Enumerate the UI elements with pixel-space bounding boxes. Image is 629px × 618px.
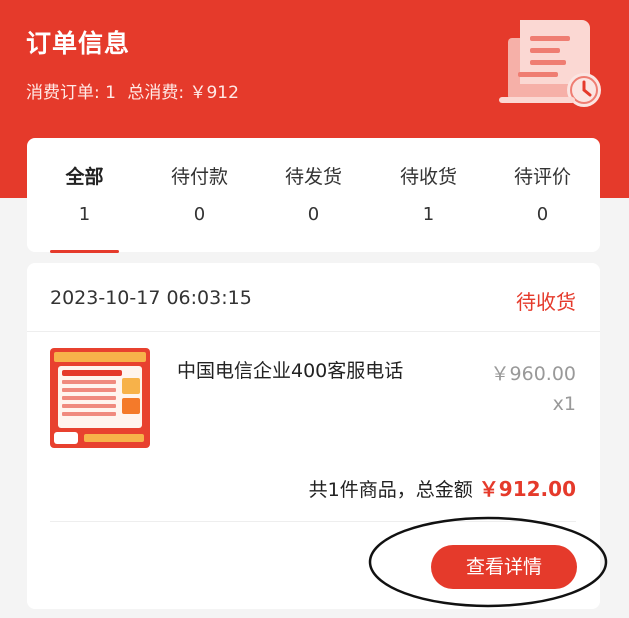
divider: [27, 331, 600, 332]
tab-all[interactable]: 全部 1: [27, 138, 142, 253]
product-name[interactable]: 中国电信企业400客服电话: [177, 354, 447, 388]
tab-count: 0: [536, 204, 549, 225]
receipt-clock-icon: [499, 20, 601, 107]
order-count: 消费订单: 1: [26, 83, 116, 103]
tab-pending-shipment[interactable]: 待发货 0: [256, 138, 371, 252]
tab-count: 1: [78, 204, 91, 225]
order-date: 2023-10-17 06:03:15: [50, 287, 252, 309]
active-tab-indicator: [50, 250, 119, 253]
highlight-circle-annotation: [368, 516, 608, 608]
tab-pending-receipt[interactable]: 待收货 1: [371, 138, 486, 252]
product-quantity: x1: [552, 393, 576, 415]
tab-label: 待发货: [284, 166, 342, 188]
order-tabs: 全部 1 待付款 0 待发货 0 待收货 1 待评价 0: [27, 138, 600, 253]
tab-label: 待收货: [399, 166, 457, 188]
total-label: 共1件商品，总金额: [308, 479, 473, 501]
order-summary: 消费订单: 1 总消费: ￥912: [26, 78, 245, 103]
tab-count: 0: [193, 204, 206, 225]
tab-label: 全部: [65, 166, 104, 188]
product-price: ￥960.00: [490, 363, 576, 385]
tab-count: 0: [307, 204, 320, 225]
tab-label: 待付款: [170, 166, 228, 188]
tab-pending-review[interactable]: 待评价 0: [485, 138, 600, 252]
total-amount: ￥912.00: [478, 477, 576, 501]
product-thumbnail[interactable]: [50, 348, 150, 448]
tab-pending-payment[interactable]: 待付款 0: [142, 138, 257, 252]
page-title: 订单信息: [26, 29, 131, 58]
total-spend: 总消费: ￥912: [127, 83, 239, 103]
order-status: 待收货: [516, 290, 576, 314]
order-total: 共1件商品，总金额 ￥912.00: [309, 473, 576, 502]
tab-label: 待评价: [513, 166, 571, 188]
tab-count: 1: [422, 204, 435, 225]
